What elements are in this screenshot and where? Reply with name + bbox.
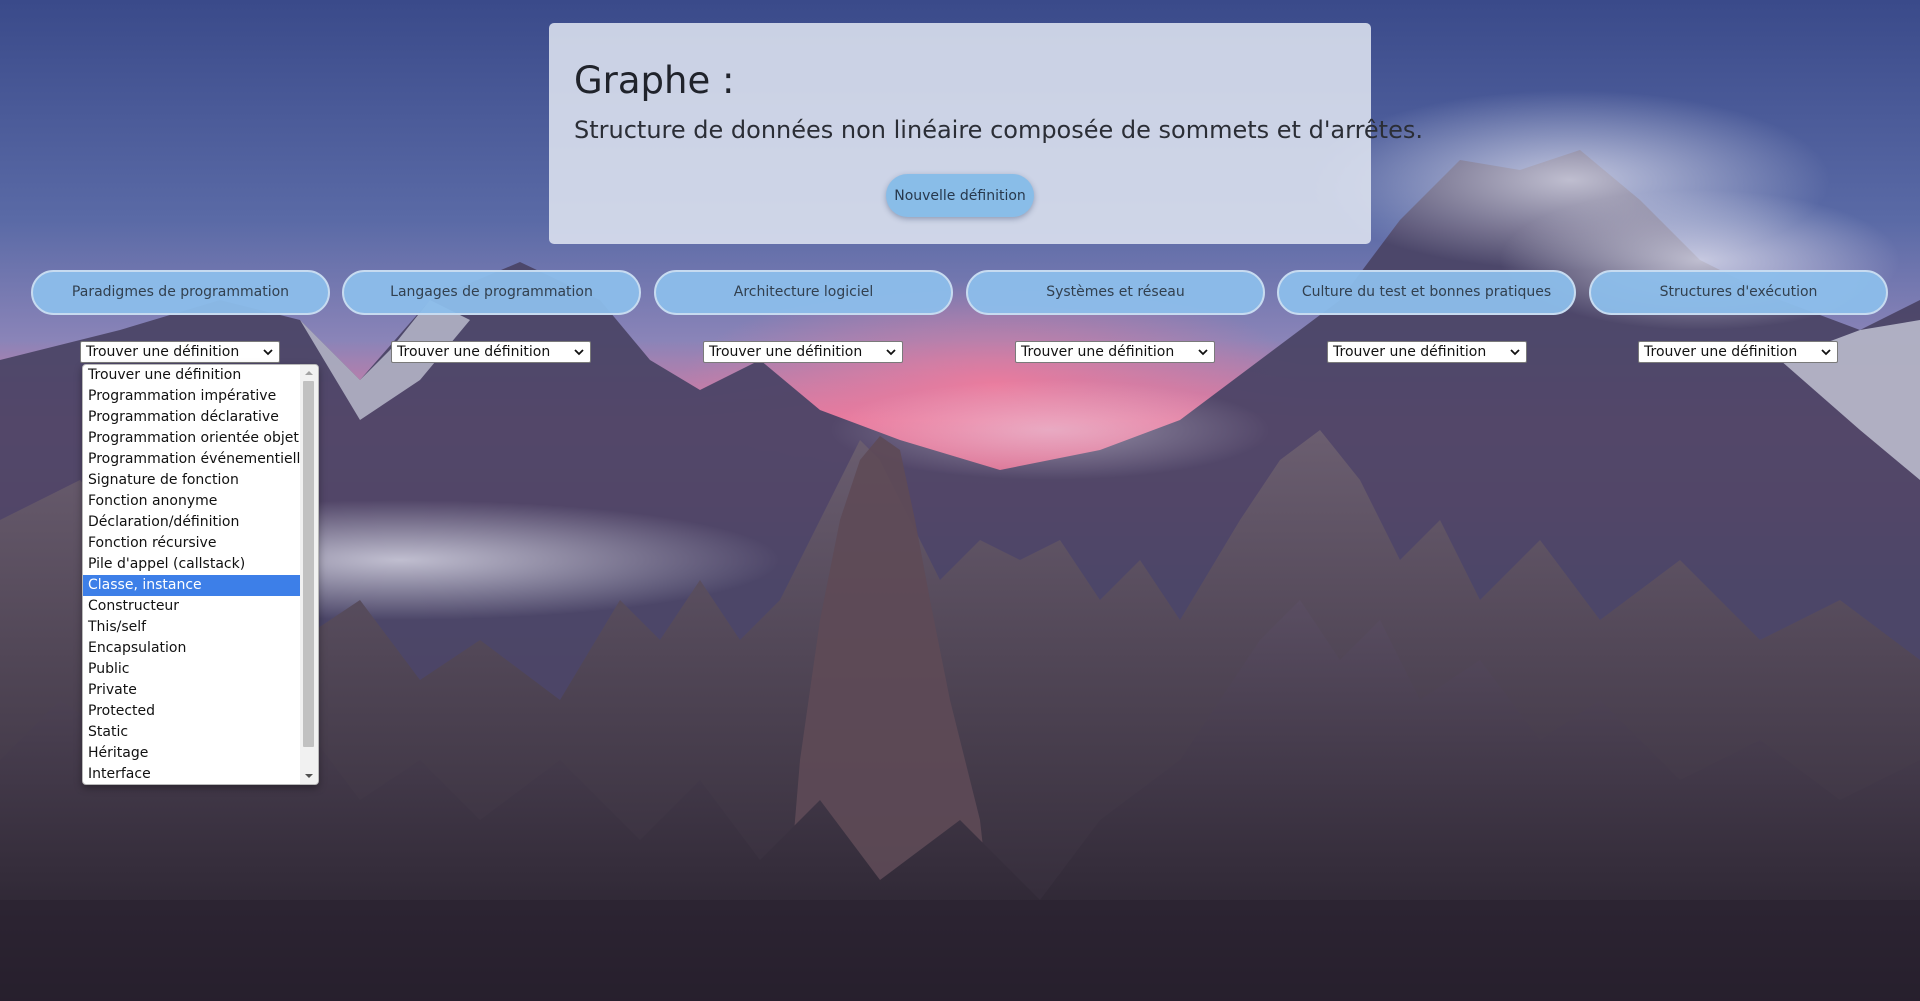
tab-langages-de-programmation[interactable]: Langages de programmation (342, 270, 641, 315)
chevron-down-icon (1510, 349, 1520, 356)
select-value: Trouver une définition (1021, 344, 1175, 360)
dropdown-option[interactable]: Protected (83, 701, 300, 722)
select-value: Trouver une définition (397, 344, 551, 360)
dropdown-option[interactable]: Trouver une définition (83, 365, 300, 386)
chevron-down-icon (886, 349, 896, 356)
select-value: Trouver une définition (1644, 344, 1798, 360)
dropdown-option[interactable]: Fonction récursive (83, 533, 300, 554)
category-tabs: Paradigmes de programmation Langages de … (31, 270, 1891, 316)
scroll-up-arrow-icon[interactable] (300, 366, 318, 380)
select-value: Trouver une définition (1333, 344, 1487, 360)
tab-paradigmes-de-programmation[interactable]: Paradigmes de programmation (31, 270, 330, 315)
chevron-down-icon (574, 349, 584, 356)
dropdown-option[interactable]: Pile d'appel (callstack) (83, 554, 300, 575)
dropdown-options: Trouver une définition Programmation imp… (83, 365, 300, 784)
select-value: Trouver une définition (86, 344, 240, 360)
chevron-down-icon (1821, 349, 1831, 356)
tab-architecture-logiciel[interactable]: Architecture logiciel (654, 270, 953, 315)
chevron-down-icon (263, 349, 273, 356)
definition-select-culture-du-test[interactable]: Trouver une définition (1327, 341, 1527, 363)
definition-dropdown-list[interactable]: Trouver une définition Programmation imp… (82, 364, 319, 785)
definition-select-langages[interactable]: Trouver une définition (391, 341, 591, 363)
dropdown-option[interactable]: Fonction anonyme (83, 491, 300, 512)
dropdown-option[interactable]: Interface (83, 764, 300, 784)
dropdown-option[interactable]: Static (83, 722, 300, 743)
dropdown-option[interactable]: Constructeur (83, 596, 300, 617)
dropdown-option[interactable]: Private (83, 680, 300, 701)
scrollbar-thumb[interactable] (303, 381, 314, 747)
definition-select-systemes[interactable]: Trouver une définition (1015, 341, 1215, 363)
tab-structures-d-execution[interactable]: Structures d'exécution (1589, 270, 1888, 315)
tab-systemes-et-reseau[interactable]: Systèmes et réseau (966, 270, 1265, 315)
chevron-down-icon (1198, 349, 1208, 356)
dropdown-option[interactable]: Public (83, 659, 300, 680)
dropdown-option[interactable]: Encapsulation (83, 638, 300, 659)
dropdown-option[interactable]: Héritage (83, 743, 300, 764)
dropdown-option-highlighted[interactable]: Classe, instance (83, 575, 300, 596)
definition-description: Structure de données non linéaire compos… (574, 115, 1423, 144)
dropdown-option[interactable]: Signature de fonction (83, 470, 300, 491)
new-definition-button[interactable]: Nouvelle définition (886, 174, 1034, 217)
tab-culture-du-test[interactable]: Culture du test et bonnes pratiques (1277, 270, 1576, 315)
dropdown-option[interactable]: Déclaration/définition (83, 512, 300, 533)
dropdown-option[interactable]: Programmation événementielle (83, 449, 300, 470)
definition-title: Graphe : (574, 59, 735, 102)
dropdown-option[interactable]: Programmation déclarative (83, 407, 300, 428)
definition-select-architecture[interactable]: Trouver une définition (703, 341, 903, 363)
definition-select-paradigmes[interactable]: Trouver une définition (80, 341, 280, 363)
scroll-down-arrow-icon[interactable] (300, 769, 318, 783)
dropdown-option[interactable]: Programmation impérative (83, 386, 300, 407)
dropdown-scrollbar[interactable] (300, 365, 318, 784)
dropdown-option[interactable]: This/self (83, 617, 300, 638)
definition-select-structures[interactable]: Trouver une définition (1638, 341, 1838, 363)
definition-card: Graphe : Structure de données non linéai… (549, 23, 1423, 244)
dropdown-option[interactable]: Programmation orientée objet (83, 428, 300, 449)
select-value: Trouver une définition (709, 344, 863, 360)
